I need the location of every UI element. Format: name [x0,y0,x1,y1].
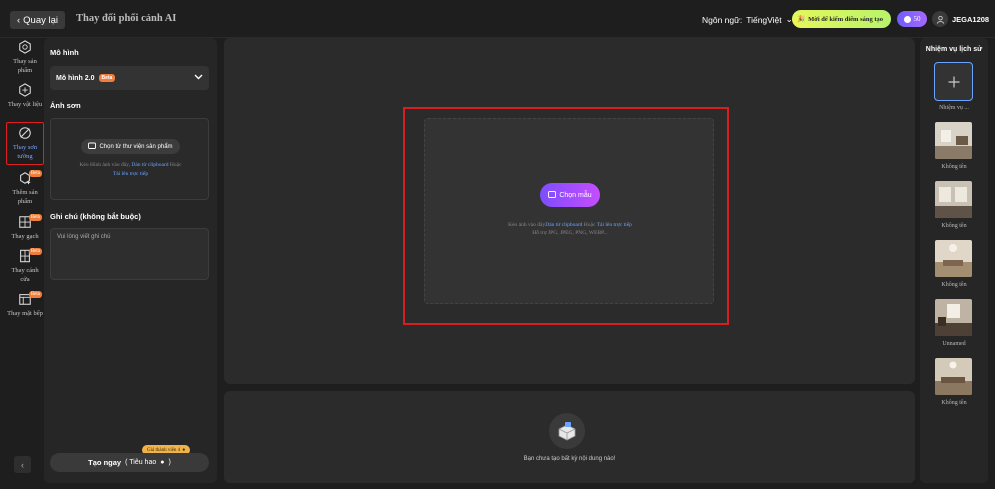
empty-state-text: Bạn chưa tạo bất kỳ nội dung nào! [523,456,616,462]
upload-hint-text: Kéo Hình ảnh vào đây, [79,162,130,168]
highlight-frame [403,107,729,325]
library-button-label: Chọn từ thư viện sản phẩm [99,143,173,150]
coin-icon: ● [160,459,165,466]
room-image [935,240,972,277]
tool-label: Thay mặt bếp [7,310,43,317]
tool-add-product[interactable]: Beta Thêm sản phẩm [6,170,44,206]
results-area: Bạn chưa tạo bất kỳ nội dung nào! [224,391,915,483]
tool-label: Thay vật liệu [7,101,43,108]
new-task-label: Nhiệm vụ ... [939,105,969,111]
collapse-sidebar-button[interactable]: ‹ [14,456,31,473]
create-label: Tạo ngay [88,458,122,467]
chevron-down-icon [194,74,203,82]
history-item-label: Không tên [941,223,967,229]
settings-panel: Mô hình Mô hình 2.0 Beta Ảnh sơn Chọn từ… [44,38,217,483]
history-thumbnail[interactable] [935,122,972,159]
username[interactable]: JEGA1208 [952,15,989,24]
history-thumbnail[interactable] [935,358,972,395]
room-image [935,299,972,336]
language-value: TiếngViệt [746,14,782,25]
tool-label: Thay gạch [11,233,39,240]
paste-clipboard-link[interactable]: Dán từ clipboard [131,162,168,168]
price-tag-text: Giá thành viên 4 [147,447,181,453]
notes-placeholder: Vui lòng viết ghi chú [57,234,111,240]
top-bar: ‹ Quay lại Thay đổi phối cảnh AI Ngôn ng… [0,0,995,38]
page-title: Thay đổi phối cảnh AI [76,13,177,24]
tool-replace-countertop[interactable]: Beta Thay mặt bếp [6,291,44,318]
create-cost-end: ) [168,459,171,466]
notes-title: Ghi chú (không bắt buộc) [50,212,141,221]
upload-hint-or: Hoặc [169,162,182,168]
invite-promo-button[interactable]: 🎉 Mời để kiếm điểm sáng tạo [792,10,892,28]
model-title: Mô hình [50,48,79,57]
coin-icon: ● [182,447,186,453]
party-icon: 🎉 [797,16,806,23]
main-canvas: Chọn mẫu Kéo ảnh vào đâyDán từ clipboard… [224,38,915,384]
tool-replace-door[interactable]: Beta Thay cánh cửa [6,248,44,284]
tool-replace-wall-paint[interactable]: Thay sơn tường [6,122,44,165]
history-item-label: Unnamed [942,341,966,347]
tool-replace-tile[interactable]: Beta Thay gạch [6,214,44,241]
beta-badge: Beta [28,248,42,255]
tool-replace-material[interactable]: Thay vật liệu [6,83,44,109]
room-image [935,181,972,218]
promo-label: Mời để kiếm điểm sáng tạo [808,15,884,23]
folder-icon [88,142,97,151]
tool-replace-product[interactable]: Thay sản phẩm [6,40,44,75]
paint-upload-area[interactable]: Chọn từ thư viện sản phẩm Kéo Hình ảnh v… [50,118,209,200]
history-item-label: Không tên [941,400,967,406]
chevron-left-icon: ‹ [17,14,21,26]
language-selector[interactable]: Ngôn ngữ: TiếngViệt ⌄ [702,14,793,25]
history-thumbnail[interactable] [935,299,972,336]
language-label: Ngôn ngữ: [702,14,743,25]
tool-label: Thay sơn tường [12,144,38,160]
beta-badge: Beta [28,170,42,177]
beta-badge: Beta [28,214,42,221]
choose-from-library-button[interactable]: Chọn từ thư viện sản phẩm [81,139,180,154]
user-avatar[interactable] [932,11,948,27]
room-image [935,122,972,159]
empty-box-icon [549,413,585,449]
back-button[interactable]: ‹ Quay lại [10,11,66,29]
history-panel: Nhiệm vụ lịch sử Nhiệm vụ ... Không tên … [920,38,988,483]
model-select[interactable]: Mô hình 2.0 Beta [50,66,209,90]
tool-label: Thêm sản phẩm [12,189,38,205]
credits-value: 50 [913,15,921,23]
tool-label: Thay cánh cửa [11,267,39,283]
back-label: Quay lại [23,14,59,26]
history-item-label: Không tên [941,164,967,170]
plus-icon [948,76,959,87]
model-value: Mô hình 2.0 [56,74,95,82]
tool-label: Thay sản phẩm [13,58,37,74]
history-title: Nhiệm vụ lịch sử [925,46,983,53]
notes-textarea[interactable]: Vui lòng viết ghi chú [50,228,209,280]
credit-icon [903,15,911,23]
new-task-button[interactable] [934,62,973,101]
create-cost: ( Tiêu hao [125,459,157,466]
upload-hint: Kéo Hình ảnh vào đây, Dán từ clipboard H… [55,161,206,179]
tool-sidebar: Thay sản phẩm Thay vật liệu Thay sơn tườ… [4,38,44,483]
beta-badge: Beta [28,291,42,298]
credits-badge[interactable]: 50 [897,11,927,27]
material-swap-icon [19,83,31,97]
direct-upload-link[interactable]: Tải lên trực tiếp [113,171,148,177]
history-thumbnail[interactable] [935,181,972,218]
chevron-left-icon: ‹ [21,459,24,470]
room-image [935,358,972,395]
cube-swap-icon [19,40,31,54]
history-item-label: Không tên [941,282,967,288]
beta-badge: Beta [98,74,116,82]
history-thumbnail[interactable] [935,240,972,277]
create-now-button[interactable]: Tạo ngay ( Tiêu hao ●) [50,453,209,472]
paint-slash-icon [19,127,31,139]
user-icon [936,15,944,24]
paint-image-title: Ảnh sơn [50,101,81,110]
